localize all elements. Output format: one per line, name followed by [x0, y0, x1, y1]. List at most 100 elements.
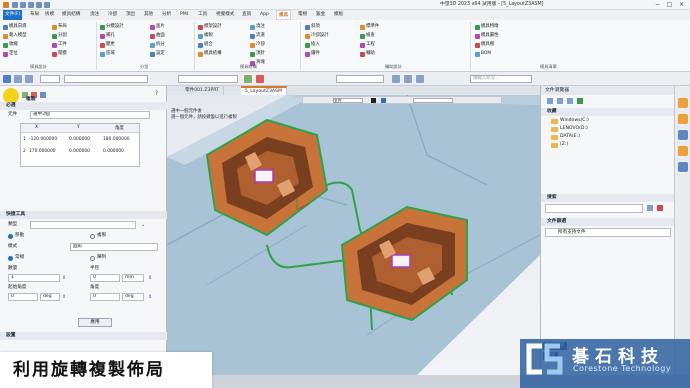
table-cell[interactable]: 2 [23, 149, 26, 154]
search-icon[interactable] [647, 205, 653, 211]
color-swatch-icon[interactable] [371, 98, 376, 103]
tab-electrode[interactable]: 電極 [296, 10, 309, 20]
table-cell[interactable]: 0.000000 [103, 149, 124, 154]
ribbon-button[interactable]: 模具向導 [3, 23, 27, 31]
ribbon-button[interactable]: 模具屬性 [475, 32, 499, 40]
ribbon-button[interactable]: 曲面 [150, 32, 165, 40]
tab-pmi[interactable]: PMI [178, 10, 190, 20]
file-search-input[interactable] [545, 204, 643, 213]
open-icon[interactable] [20, 2, 26, 8]
start-angle-input[interactable]: 0 [8, 293, 38, 301]
ribbon-button[interactable]: BOM [475, 50, 491, 58]
section-search[interactable]: 搜索 [541, 194, 675, 202]
folder-item[interactable]: LENOVO(D:) [551, 125, 588, 132]
folder-item[interactable]: (Z:) [551, 141, 568, 148]
close-button[interactable]: × [676, 0, 687, 10]
refresh-icon[interactable] [577, 98, 583, 104]
redo-icon[interactable] [44, 2, 50, 8]
tab-mold-structure[interactable]: 模具結構 [60, 10, 82, 20]
ribbon-button[interactable]: 設定 [150, 50, 165, 58]
pick-icon[interactable] [25, 75, 33, 83]
chevron-down-icon[interactable]: ⌄ [141, 222, 145, 228]
doc-tab-part[interactable]: 零件001.Z3PRT [181, 86, 224, 95]
table-cell[interactable]: -120.000000 [29, 137, 57, 142]
ribbon-button[interactable]: 布局 [52, 23, 67, 31]
spinner-icon[interactable]: ⇕ [62, 294, 66, 300]
table-cell[interactable]: 180.000000 [103, 137, 130, 142]
minimize-button[interactable]: − [652, 0, 663, 10]
ribbon-button[interactable]: 標準件 [360, 23, 379, 31]
clear-icon[interactable] [657, 205, 663, 211]
folder-item[interactable]: DATA(E:) [551, 133, 580, 140]
ribbon-button[interactable]: 變更 [100, 41, 115, 49]
properties-icon[interactable] [678, 162, 688, 172]
up-icon[interactable] [567, 98, 573, 104]
tab-analysis[interactable]: 分析 [160, 10, 173, 20]
ribbon-button[interactable]: 工件 [52, 41, 67, 49]
tab-mold[interactable]: 模具 [276, 10, 292, 20]
apply-icon[interactable] [40, 92, 46, 98]
view-search-input[interactable] [413, 98, 453, 103]
library-icon[interactable] [678, 146, 688, 156]
angle-input[interactable]: 0 [90, 293, 120, 301]
radio-array[interactable] [90, 256, 95, 261]
offset-table[interactable]: X Y 角度 1 -120.000000 0.000000 180.000000… [20, 123, 140, 167]
count-input[interactable]: 1 [8, 274, 60, 282]
maximize-button[interactable]: □ [664, 0, 675, 10]
section-settings[interactable]: 設置 [0, 332, 167, 340]
ribbon-button[interactable]: 複製 [198, 32, 213, 40]
doc-tab-layout[interactable]: 5_LayoutZ3ASM [241, 86, 287, 95]
radio-copy[interactable] [90, 234, 95, 239]
spinner-icon[interactable]: ⇕ [148, 275, 152, 281]
table-cell[interactable]: 1 [23, 137, 26, 142]
ribbon-button[interactable]: 定位 [3, 50, 18, 58]
view-filter-combo[interactable]: 文件 [333, 98, 363, 103]
start-angle-unit[interactable]: deg [40, 293, 60, 301]
ribbon-button[interactable]: 分模設計 [100, 23, 124, 31]
table-cell[interactable]: 170.000000 [29, 149, 56, 154]
radio-normal[interactable] [8, 256, 13, 261]
table-cell[interactable]: 0.000000 [69, 137, 90, 142]
ribbon-button[interactable]: 拆分 [150, 41, 165, 49]
ribbon-button[interactable]: 開模 [52, 50, 67, 58]
ribbon-button[interactable]: 頂針 [250, 50, 265, 58]
tab-app[interactable]: App [258, 10, 271, 20]
folder-item[interactable]: Windows(C:) [551, 117, 589, 124]
tab-eject[interactable]: 頂出 [124, 10, 137, 20]
tab-visual[interactable]: 視覺樣式 [214, 10, 236, 20]
help-icon[interactable]: ? [155, 90, 163, 98]
type-field[interactable] [30, 221, 136, 229]
tab-layout[interactable]: 布局 [28, 10, 41, 20]
tab-split[interactable]: 拆模 [43, 10, 56, 20]
tab-pour[interactable]: 澆注 [88, 10, 101, 20]
ribbon-button[interactable]: 冷卻 [250, 41, 265, 49]
shade-icon[interactable] [381, 98, 386, 103]
spinner-icon[interactable]: ⇕ [148, 294, 152, 300]
table-cell[interactable]: 0.000000 [69, 149, 90, 154]
entities-field[interactable]: 選中2個 [30, 111, 150, 119]
ribbon-button[interactable]: 區域 [100, 50, 115, 58]
check-icon[interactable] [244, 75, 252, 83]
ribbon-button[interactable]: 鑲件 [305, 50, 320, 58]
ribbon-button[interactable]: 模具樹 [475, 41, 494, 49]
select-icon[interactable] [3, 75, 11, 83]
ribbon-button[interactable]: 澆注 [250, 23, 265, 31]
ribbon-button[interactable]: 輔助 [360, 50, 375, 58]
ribbon-button[interactable]: 模架設計 [198, 23, 222, 31]
section-favorites[interactable]: 收藏 [541, 108, 675, 116]
tab-query[interactable]: 查詢 [240, 10, 253, 20]
section-required[interactable]: 必選 [0, 102, 167, 110]
mode-select[interactable]: 圓形 [70, 243, 158, 251]
filter-combo[interactable] [40, 75, 60, 83]
ribbon-button[interactable]: 冷卻設計 [305, 32, 329, 40]
undo-icon[interactable] [36, 2, 42, 8]
ribbon-button[interactable]: 載入模型 [3, 32, 27, 40]
tab-sheet[interactable]: 鈑金 [314, 10, 327, 20]
save-icon[interactable] [28, 2, 34, 8]
filter-icon[interactable] [14, 75, 22, 83]
history-icon[interactable] [678, 130, 688, 140]
measure-icon[interactable] [416, 75, 424, 83]
forward-icon[interactable] [557, 98, 563, 104]
ribbon-button[interactable]: 插入 [305, 41, 320, 49]
radius-input[interactable]: 0 [90, 274, 120, 282]
